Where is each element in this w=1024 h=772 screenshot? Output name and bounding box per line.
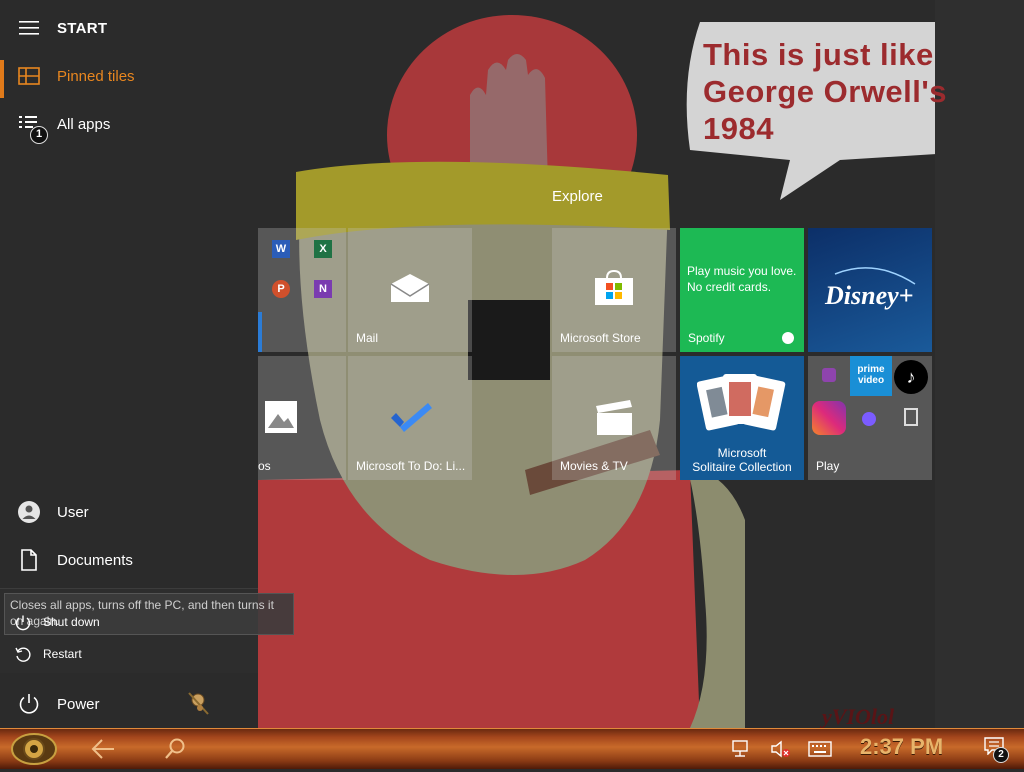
nav-label: All apps: [57, 115, 111, 133]
playing-cards-icon: [697, 374, 786, 431]
tile-spotify[interactable]: Play music you love. No credit cards. Sp…: [680, 228, 804, 352]
user-avatar-icon: [18, 501, 40, 523]
notification-badge: 1: [30, 126, 48, 144]
mail-icon: [390, 274, 430, 302]
store-icon: [595, 270, 633, 305]
gear-orb-icon: [11, 733, 57, 765]
tile-label: Microsoft Store: [560, 331, 641, 345]
tiles-grid-icon: [18, 67, 40, 85]
power-icon: [19, 694, 39, 714]
taskbar: 2:37 PM 2: [0, 728, 1024, 769]
clapperboard-icon: [596, 400, 632, 435]
start-button[interactable]: [10, 731, 58, 767]
tile-label: Mail: [356, 331, 379, 345]
tile-photos[interactable]: os: [258, 356, 346, 480]
speaker-muted-icon[interactable]: [770, 739, 792, 759]
tile-microsoft-todo[interactable]: Microsoft To Do: Li...: [348, 356, 472, 480]
network-icon[interactable]: [730, 739, 750, 759]
power-icon: [15, 615, 31, 631]
excel-icon: X: [314, 240, 332, 258]
shut-down-button[interactable]: Shut down: [0, 608, 258, 638]
power-label: Power: [57, 695, 100, 713]
purple-app-icon: [822, 368, 836, 382]
keyboard-icon[interactable]: [808, 741, 832, 757]
shut-down-label: Shut down: [43, 615, 100, 629]
tile-play-folder[interactable]: prime video ♪ Play: [808, 356, 932, 480]
tiktok-icon: ♪: [894, 360, 928, 394]
action-center-button[interactable]: 2: [984, 737, 1012, 763]
restart-icon: [15, 647, 31, 662]
prime-video-icon: prime video: [850, 356, 892, 396]
start-title: START: [57, 19, 108, 37]
spotify-promo-text: Play music you love. No credit cards.: [687, 264, 797, 294]
power-flyout: Closes all apps, turns off the PC, and t…: [0, 588, 294, 673]
user-label: User: [57, 503, 89, 521]
tile-label: Microsoft To Do: Li...: [356, 459, 466, 473]
messenger-icon: [862, 412, 876, 426]
start-header[interactable]: START: [0, 6, 258, 50]
nav-pinned-tiles[interactable]: Pinned tiles: [0, 54, 258, 98]
tile-solitaire[interactable]: Microsoft Solitaire Collection: [680, 356, 804, 480]
document-icon: [21, 549, 37, 571]
tile-movies-tv[interactable]: Movies & TV: [552, 356, 676, 480]
wallpaper-signature: yVIOlol: [822, 704, 895, 729]
powerpoint-icon: P: [272, 280, 290, 298]
cursor-icon: [186, 690, 212, 718]
taskbar-clock[interactable]: 2:37 PM: [860, 734, 943, 760]
hamburger-menu-icon[interactable]: [17, 16, 41, 40]
tile-group-header[interactable]: Explore: [552, 188, 603, 205]
start-menu-left-pane: START Pinned tiles All apps 1 User Docum…: [0, 0, 294, 728]
tile-label: Play: [816, 459, 840, 473]
search-icon[interactable]: [163, 737, 187, 761]
tile-mail[interactable]: Mail: [348, 228, 472, 352]
instagram-icon: [812, 401, 846, 435]
checkmark-icon: [391, 403, 432, 432]
documents-button[interactable]: Documents: [0, 538, 258, 582]
nav-label: Pinned tiles: [57, 67, 135, 85]
tile-label: os: [258, 459, 271, 473]
calculator-icon: [904, 408, 918, 426]
onenote-icon: N: [314, 280, 332, 298]
photos-icon: [265, 401, 297, 433]
speech-bubble-text: This is just like George Orwell's 1984: [703, 37, 948, 146]
documents-label: Documents: [57, 551, 133, 569]
restart-label: Restart: [43, 647, 82, 661]
tile-office-folder[interactable]: W X P N: [258, 228, 346, 352]
power-button[interactable]: Power: [0, 682, 258, 726]
back-arrow-icon[interactable]: [90, 737, 116, 761]
notification-count-badge: 2: [993, 747, 1009, 763]
svg-text:Disney+: Disney+: [824, 281, 913, 310]
user-button[interactable]: User: [0, 490, 258, 534]
tile-label: Movies & TV: [560, 459, 628, 473]
tile-label: Spotify: [688, 331, 725, 345]
tile-microsoft-store[interactable]: Microsoft Store: [552, 228, 676, 352]
restart-button[interactable]: Restart: [0, 640, 258, 670]
disney-plus-logo: Disney+: [824, 267, 916, 310]
selection-accent: [0, 60, 4, 98]
word-icon: W: [272, 240, 290, 258]
spotify-icon: [782, 332, 794, 344]
tile-disney-plus[interactable]: Disney+: [808, 228, 932, 352]
tile-label: Microsoft Solitaire Collection: [692, 446, 792, 474]
